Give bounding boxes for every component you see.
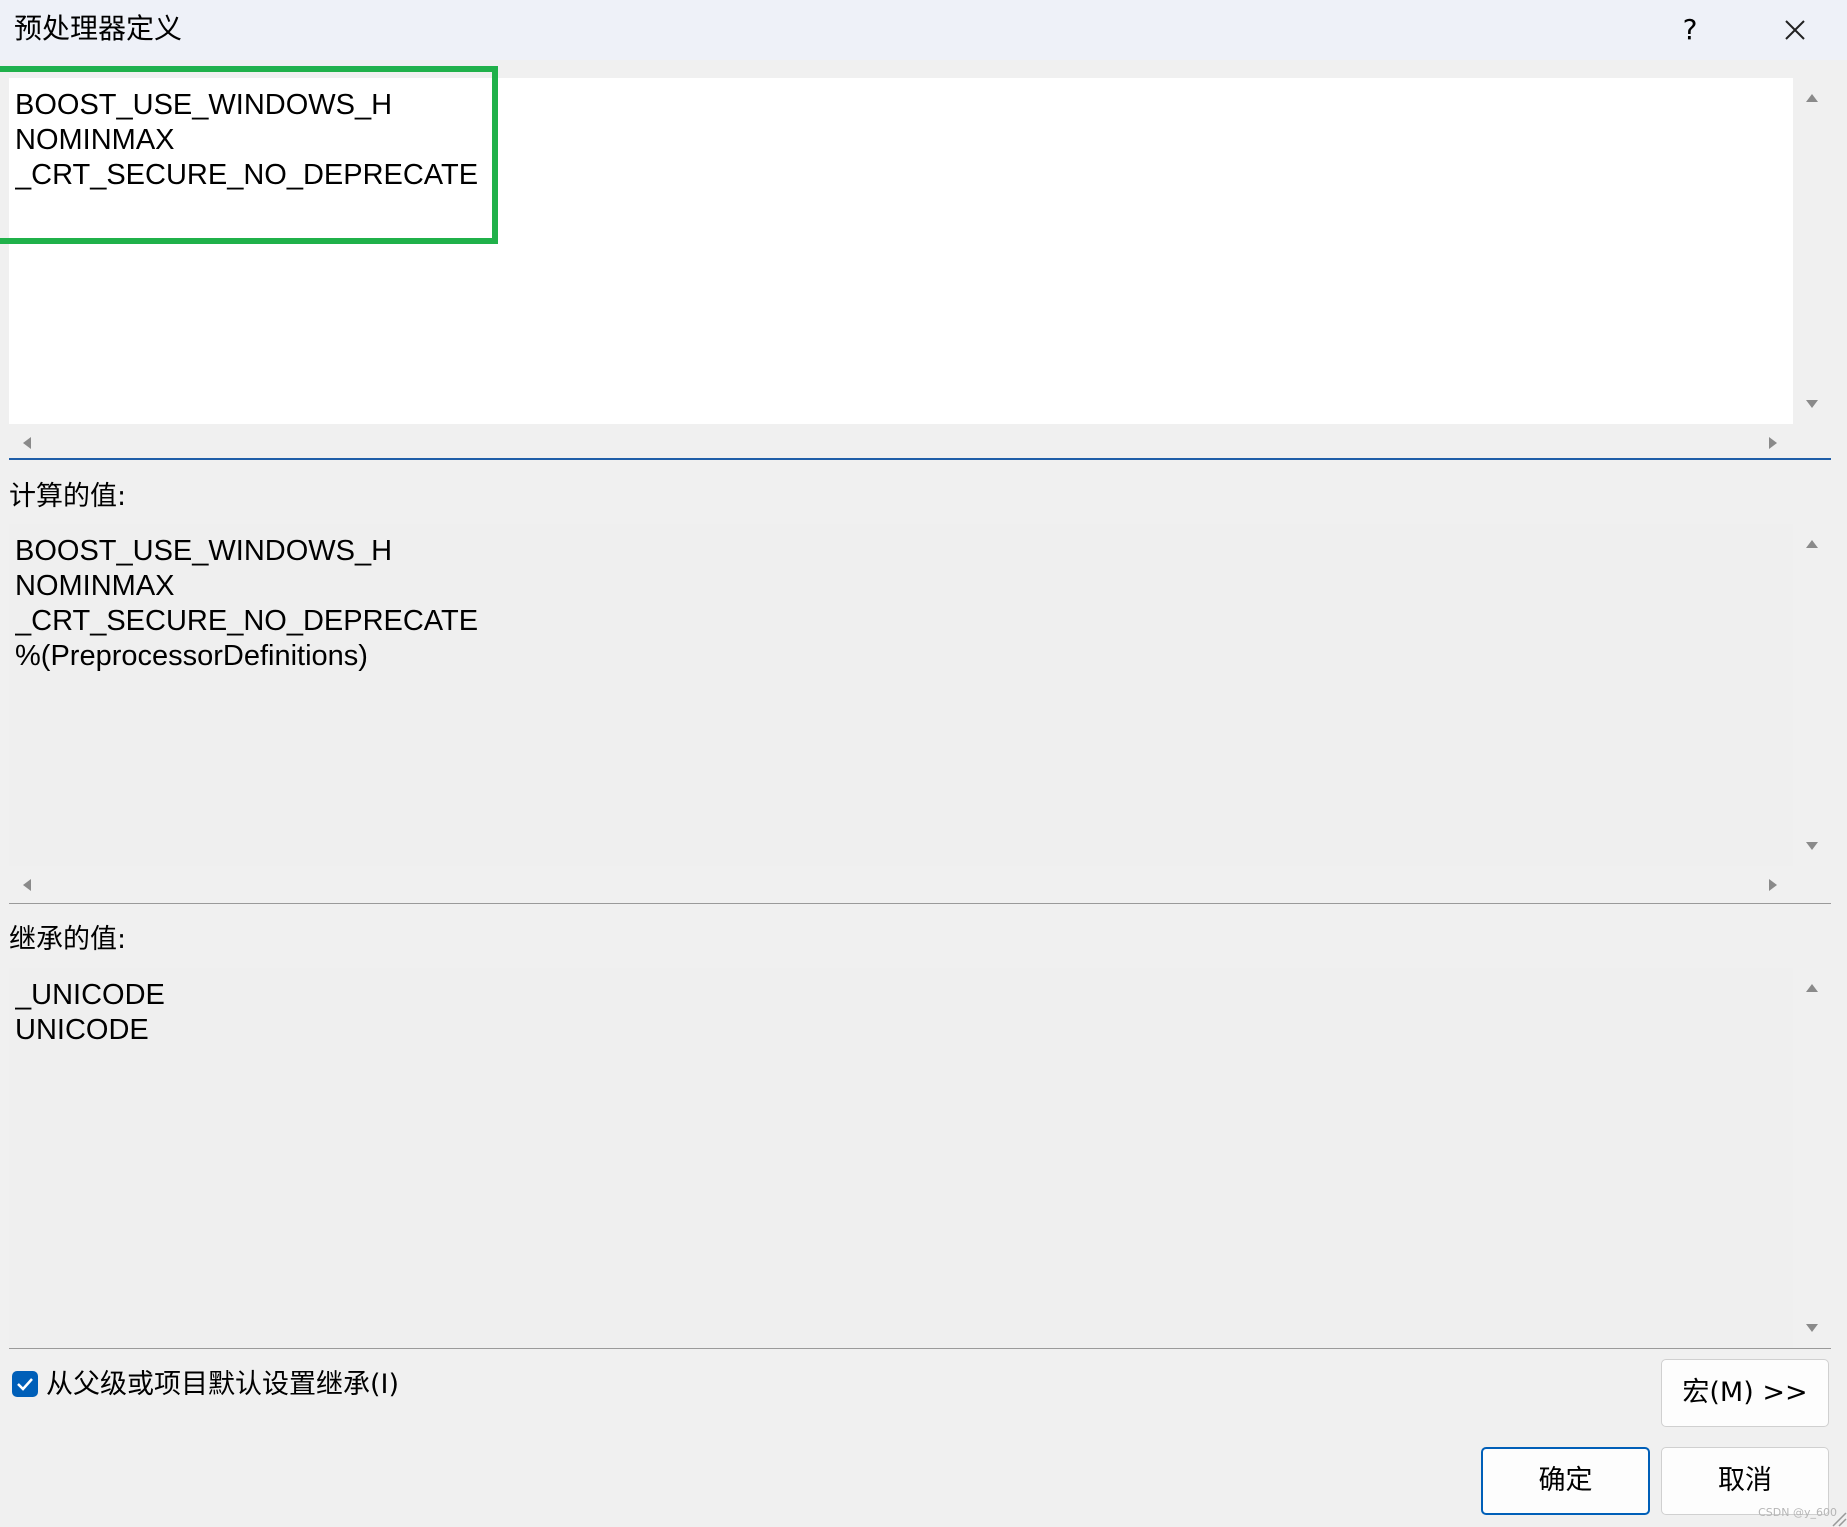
scroll-left-arrow-icon[interactable] [23, 437, 31, 449]
evaluated-divider [9, 903, 1831, 904]
scroll-right-arrow-icon[interactable] [1769, 879, 1777, 891]
scroll-up-arrow-icon[interactable] [1806, 540, 1818, 548]
macros-button[interactable]: 宏(M) >> [1661, 1359, 1829, 1427]
scroll-right-arrow-icon[interactable] [1769, 437, 1777, 449]
editor-underline [9, 458, 1831, 460]
window-title: 预处理器定义 [14, 12, 183, 45]
inherited-vertical-scrollbar[interactable] [1793, 968, 1831, 1348]
title-bar: 预处理器定义 ? [0, 0, 1847, 60]
scroll-up-arrow-icon[interactable] [1806, 984, 1818, 992]
scroll-down-arrow-icon[interactable] [1806, 842, 1818, 850]
evaluated-value-box: BOOST_USE_WINDOWS_H NOMINMAX _CRT_SECURE… [9, 524, 1831, 904]
inherited-value-text: _UNICODE UNICODE [15, 979, 165, 1046]
scroll-down-arrow-icon[interactable] [1806, 1324, 1818, 1332]
scroll-down-arrow-icon[interactable] [1806, 400, 1818, 408]
close-icon [1785, 20, 1805, 40]
evaluated-value-label: 计算的值: [9, 481, 127, 512]
editor-vertical-scrollbar[interactable] [1793, 78, 1831, 424]
highlight-box [0, 66, 498, 244]
editor-horizontal-scrollbar[interactable] [9, 424, 1831, 462]
evaluated-horizontal-scrollbar[interactable] [9, 866, 1831, 904]
help-button[interactable]: ? [1665, 10, 1715, 50]
inherited-divider [9, 1348, 1831, 1349]
inherited-value-label: 继承的值: [9, 924, 127, 955]
evaluated-vertical-scrollbar[interactable] [1793, 524, 1831, 866]
close-button[interactable] [1770, 6, 1820, 54]
inherit-checkbox[interactable] [12, 1371, 38, 1397]
watermark: CSDN @y_600 [1758, 1506, 1837, 1519]
scroll-left-arrow-icon[interactable] [23, 879, 31, 891]
inherit-checkbox-label[interactable]: 从父级或项目默认设置继承(I) [46, 1368, 399, 1402]
ok-button[interactable]: 确定 [1481, 1447, 1650, 1515]
cancel-button[interactable]: 取消 [1661, 1447, 1829, 1515]
evaluated-value-text: BOOST_USE_WINDOWS_H NOMINMAX _CRT_SECURE… [15, 535, 479, 672]
scroll-up-arrow-icon[interactable] [1806, 94, 1818, 102]
resize-grip-icon[interactable] [1827, 1507, 1847, 1527]
inherited-value-box: _UNICODE UNICODE [9, 968, 1831, 1348]
checkmark-icon [17, 1378, 33, 1391]
